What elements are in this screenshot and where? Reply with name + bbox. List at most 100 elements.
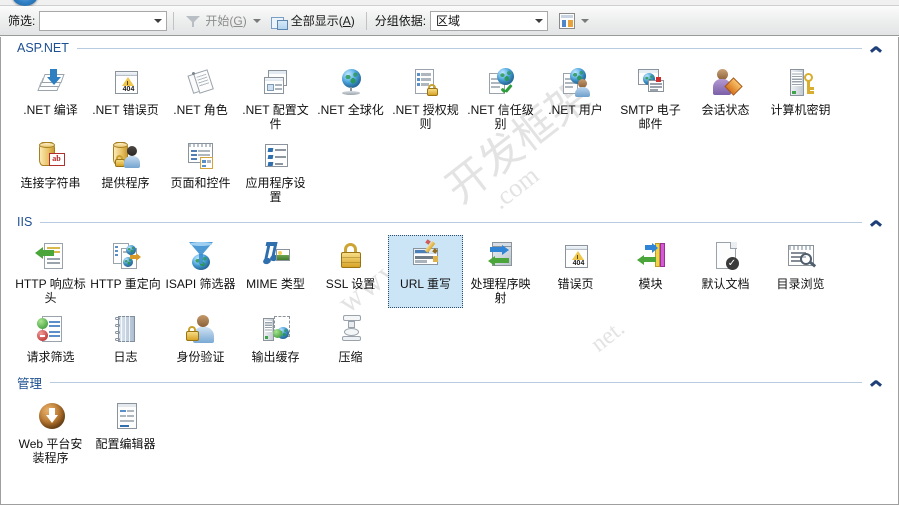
feature-item[interactable]: ab 连接字符串 (13, 134, 88, 207)
pages-and-controls-icon (184, 139, 218, 173)
feature-row: 请求筛选 日志 身份验证 输出缓存 压缩 (13, 308, 898, 367)
feature-grid-aspnet: .NET 编译 404 .NET 错误页 .NET 角色 .NET 配置文件 .NET 全… (1, 59, 898, 211)
feature-item[interactable]: MIME 类型 (238, 235, 313, 308)
feature-item[interactable]: 输出缓存 (238, 308, 313, 367)
feature-item-label: 提供程序 (101, 176, 150, 190)
feature-item-label: HTTP 响应标头 (15, 277, 86, 305)
features-toolbar: 筛选: 开始(G) 全部显示(A) 分组依据: 区域 (0, 6, 899, 36)
net-auth-rules-icon (409, 66, 443, 100)
features-pane: 开发框架 www. .com net. ASP.NET .NET 编译 404 .NE… (0, 37, 899, 505)
feature-item[interactable]: 404 .NET 错误页 (88, 61, 163, 134)
feature-item[interactable]: SMTP 电子邮件 (613, 61, 688, 134)
isapi-filters-icon (184, 240, 218, 274)
section-header-aspnet[interactable]: ASP.NET (17, 37, 886, 59)
modules-icon (634, 240, 668, 274)
feature-item-label: 身份验证 (176, 350, 225, 364)
feature-grid-management: Web 平台安装程序 配置编辑器 (1, 393, 898, 472)
show-all-label: 全部显示(A) (290, 14, 355, 28)
http-redirect-icon (109, 240, 143, 274)
feature-item-label: .NET 信任级别 (467, 103, 534, 131)
net-globalization-icon (334, 66, 368, 100)
feature-item-label: 错误页 (557, 277, 594, 291)
view-mode-button[interactable] (554, 10, 594, 32)
feature-item[interactable]: HTTP 重定向 (88, 235, 163, 308)
start-filter-button[interactable]: 开始(G) (180, 10, 265, 32)
feature-item[interactable]: .NET 角色 (163, 61, 238, 134)
directory-browsing-icon (784, 240, 818, 274)
feature-item[interactable]: ✓ 默认文档 (688, 235, 763, 308)
feature-item[interactable]: .NET 用户 (538, 61, 613, 134)
feature-item-label: SMTP 电子邮件 (620, 103, 681, 131)
feature-item-label: .NET 配置文件 (242, 103, 309, 131)
output-caching-icon (259, 313, 293, 347)
net-compilation-icon (34, 66, 68, 100)
iis-manager-features-view: 筛选: 开始(G) 全部显示(A) 分组依据: 区域 开发框架 www. .co… (0, 0, 899, 505)
web-platform-installer-icon (34, 400, 68, 434)
feature-item[interactable]: 页面和控件 (163, 134, 238, 207)
show-all-button[interactable]: 全部显示(A) (266, 10, 360, 32)
feature-item[interactable]: 身份验证 (163, 308, 238, 367)
feature-item-label: 输出缓存 (251, 350, 300, 364)
feature-item-label: 应用程序设置 (245, 176, 306, 204)
chevron-up-icon[interactable] (868, 373, 886, 391)
chevron-down-icon[interactable] (581, 18, 590, 23)
feature-item[interactable]: 应用程序设置 (238, 134, 313, 207)
machine-key-icon (784, 66, 818, 100)
feature-item[interactable]: .NET 授权规则 (388, 61, 463, 134)
feature-item[interactable]: 压缩 (313, 308, 388, 367)
feature-item[interactable]: HTTP 响应标头 (13, 235, 88, 308)
chevron-up-icon[interactable] (868, 213, 886, 231)
feature-item[interactable]: 模块 (613, 235, 688, 308)
section-rule (76, 47, 862, 49)
section-title-management: 管理 (17, 376, 43, 391)
feature-item[interactable]: 请求筛选 (13, 308, 88, 367)
feature-item[interactable]: 日志 (88, 308, 163, 367)
feature-item[interactable]: .NET 信任级别 (463, 61, 538, 134)
view-grid-icon (559, 12, 576, 29)
connection-strings-icon: ab (34, 139, 68, 173)
feature-item[interactable]: 目录浏览 (763, 235, 838, 308)
feature-item-label: .NET 编译 (23, 103, 78, 117)
feature-item[interactable]: URL 重写 (388, 235, 463, 308)
net-profile-icon (259, 66, 293, 100)
feature-item[interactable]: .NET 配置文件 (238, 61, 313, 134)
feature-item-label: .NET 授权规则 (392, 103, 459, 131)
feature-item[interactable]: 会话状态 (688, 61, 763, 134)
url-rewrite-icon (409, 239, 443, 274)
net-roles-icon (184, 66, 218, 100)
chevron-down-icon[interactable] (252, 18, 261, 23)
providers-icon (109, 139, 143, 173)
feature-item[interactable]: ISAPI 筛选器 (163, 235, 238, 308)
chevron-up-icon[interactable] (868, 39, 886, 57)
feature-item[interactable]: .NET 全球化 (313, 61, 388, 134)
chevron-down-icon (535, 18, 544, 23)
authentication-icon (184, 313, 218, 347)
ssl-settings-icon (334, 240, 368, 274)
feature-item[interactable]: SSL 设置 (313, 235, 388, 308)
smtp-email-icon (634, 66, 668, 100)
feature-item[interactable]: 404 错误页 (538, 235, 613, 308)
feature-item-label: 默认文档 (701, 277, 750, 291)
feature-item-label: 连接字符串 (20, 176, 81, 190)
feature-item-label: 会话状态 (701, 103, 750, 117)
feature-item[interactable]: 配置编辑器 (88, 395, 163, 468)
group-by-select[interactable]: 区域 (430, 10, 549, 31)
feature-item[interactable]: 提供程序 (88, 134, 163, 207)
feature-item-label: 目录浏览 (776, 277, 825, 291)
feature-item[interactable]: Web 平台安装程序 (13, 395, 88, 468)
feature-item[interactable]: 处理程序映射 (463, 235, 538, 308)
compression-icon (334, 313, 368, 347)
section-header-management[interactable]: 管理 (17, 371, 886, 393)
filter-input[interactable] (39, 10, 168, 31)
feature-item-label: .NET 用户 (548, 103, 603, 117)
feature-item-label: 页面和控件 (170, 176, 231, 190)
section-header-iis[interactable]: IIS (17, 211, 886, 233)
group-by-label: 分组依据: (374, 14, 427, 28)
http-response-headers-icon (34, 240, 68, 274)
feature-item-label: .NET 角色 (173, 103, 228, 117)
feature-item[interactable]: .NET 编译 (13, 61, 88, 134)
net-users-icon (559, 66, 593, 100)
feature-item[interactable]: 计算机密钥 (763, 61, 838, 134)
group-by-value: 区域 (436, 13, 461, 28)
feature-item-label: 请求筛选 (26, 350, 75, 364)
